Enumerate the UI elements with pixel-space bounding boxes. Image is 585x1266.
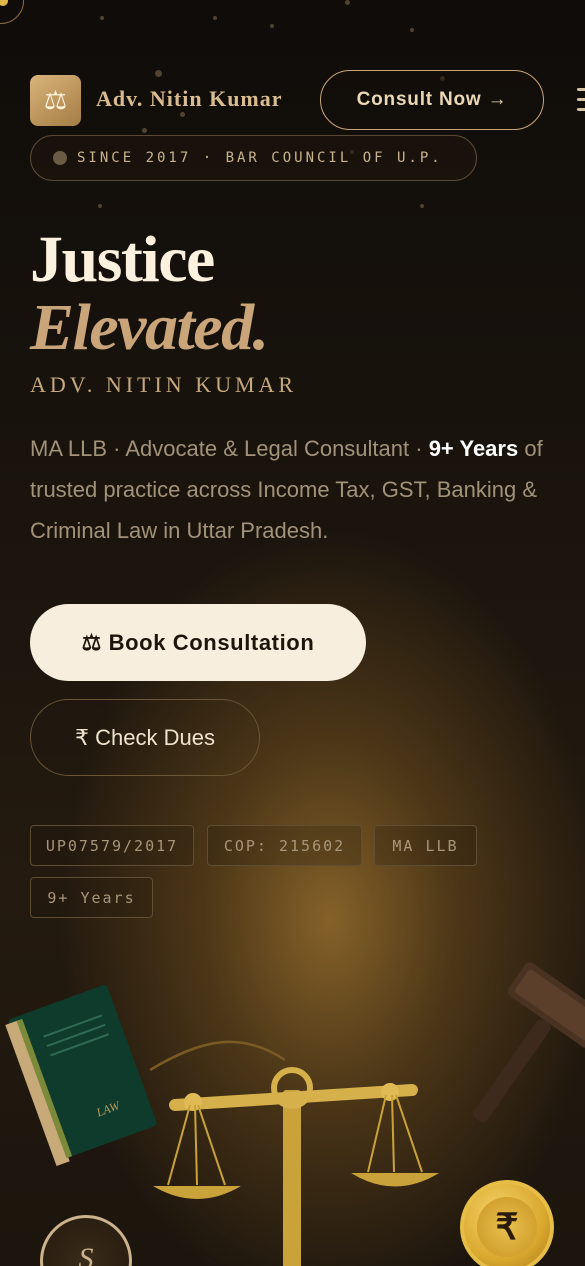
dust-particle [213,16,217,20]
law-book-icon: LAW [5,985,157,1167]
desc-highlight: 9+ Years [428,436,519,461]
scales-of-justice-icon [153,1067,439,1266]
consult-now-button[interactable]: Consult Now → [320,70,544,130]
since-badge: SINCE 2017 · BAR COUNCIL OF U.P. [30,135,477,181]
gavel-icon [473,962,585,1123]
seal-glyph: S [78,1242,94,1266]
check-dues-button[interactable]: ₹ Check Dues [30,699,260,776]
dust-particle [420,204,424,208]
hamburger-menu-icon[interactable] [577,88,585,114]
hero-title-line1: Justice [30,223,215,296]
desc-text-before: MA LLB · Advocate & Legal Consultant · [30,436,429,461]
credential-tag-degree: MA LLB [374,825,477,866]
rupee-symbol: ₹ [477,1197,537,1257]
badge-dot-icon [53,151,67,165]
rupee-coin-icon: ₹ [460,1180,554,1266]
book-consultation-button[interactable]: ⚖ Book Consultation [30,604,366,681]
dust-particle [345,0,350,5]
hero-subtitle: ADV. NITIN KUMAR [30,372,298,397]
brand-name[interactable]: Adv. Nitin Kumar [96,86,283,112]
hero-title-line2: Elevated. [30,291,269,364]
scales-logo-icon[interactable]: ⚖ [30,75,81,126]
scales-cord [149,1040,286,1072]
since-badge-text: SINCE 2017 · BAR COUNCIL OF U.P. [77,150,443,166]
credential-tag-experience: 9+ Years [30,877,153,918]
dust-particle [98,204,102,208]
credential-tag-enrollment: UP07579/2017 [30,825,194,866]
credential-tag-cop: COP: 215602 [207,825,362,866]
dust-particle [410,28,414,32]
dust-particle [270,24,274,28]
dust-particle [100,16,104,20]
hero-description: MA LLB · Advocate & Legal Consultant · 9… [30,428,570,551]
site-header: ⚖ Adv. Nitin Kumar Consult Now → [30,70,585,130]
